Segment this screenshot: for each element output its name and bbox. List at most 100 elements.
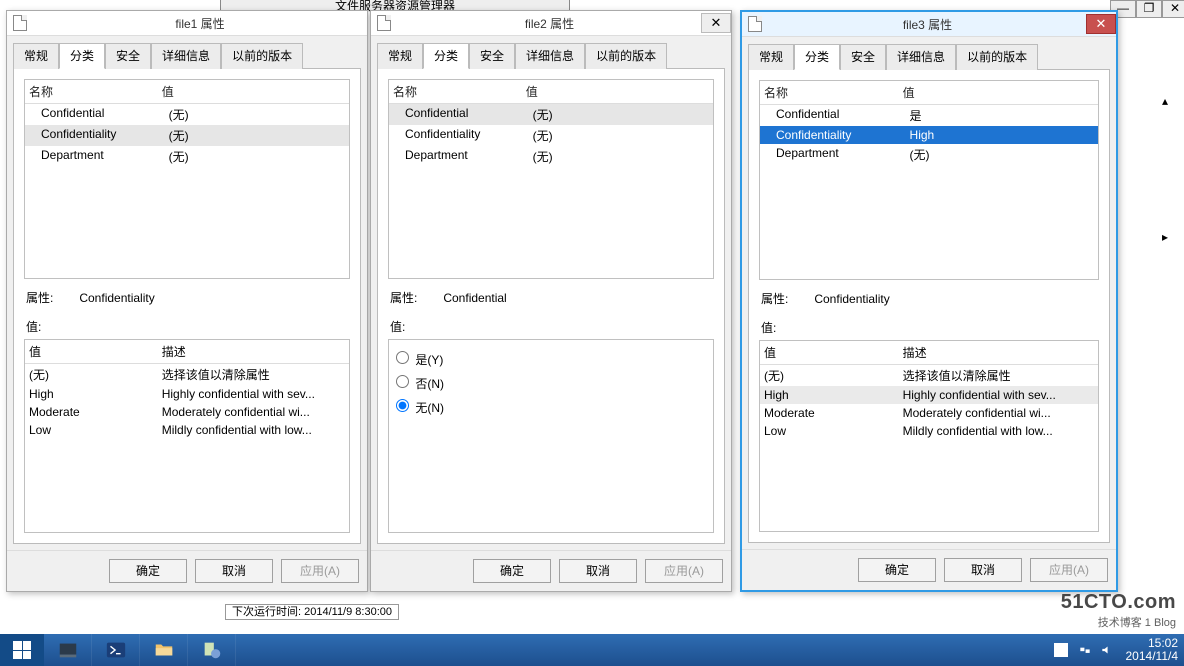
tab-以前的版本[interactable]: 以前的版本 bbox=[585, 43, 667, 69]
document-icon bbox=[748, 16, 762, 32]
value-list-header: 值 描述 bbox=[760, 341, 1098, 365]
value-option-name: Moderate bbox=[764, 406, 903, 420]
titlebar[interactable]: file3 属性 ✕ bbox=[742, 12, 1116, 37]
property-list[interactable]: 名称 值 Confidential 是 Confidentiality High… bbox=[759, 80, 1099, 280]
value-option-desc: Highly confidential with sev... bbox=[903, 388, 1094, 402]
property-value: 是 bbox=[910, 107, 1094, 124]
document-icon bbox=[13, 15, 27, 31]
attribute-label: 属性: bbox=[761, 290, 811, 307]
cancel-button[interactable]: 取消 bbox=[559, 559, 637, 583]
col-desc: 描述 bbox=[162, 343, 345, 360]
value-box[interactable]: 值 描述 (无) 选择该值以清除属性 High Highly confident… bbox=[759, 340, 1099, 532]
tab-详细信息[interactable]: 详细信息 bbox=[151, 43, 221, 69]
col-value: 值 bbox=[29, 343, 162, 360]
ok-button[interactable]: 确定 bbox=[858, 558, 936, 582]
fsrm-icon bbox=[201, 639, 223, 661]
titlebar[interactable]: file1 属性 bbox=[7, 11, 367, 36]
bg-maximize-button[interactable]: ❐ bbox=[1136, 0, 1162, 18]
property-list-header: 名称 值 bbox=[389, 80, 713, 104]
col-value: 值 bbox=[764, 344, 903, 361]
button-row: 确定 取消 应用(A) bbox=[742, 549, 1116, 590]
property-row[interactable]: Confidentiality High bbox=[760, 126, 1098, 144]
apply-button[interactable]: 应用(A) bbox=[281, 559, 359, 583]
start-button[interactable] bbox=[0, 634, 44, 666]
value-option-row[interactable]: Moderate Moderately confidential wi... bbox=[760, 404, 1098, 422]
tab-以前的版本[interactable]: 以前的版本 bbox=[956, 44, 1038, 70]
value-option-row[interactable]: (无) 选择该值以清除属性 bbox=[760, 365, 1098, 386]
col-value: 值 bbox=[526, 83, 709, 100]
property-list[interactable]: 名称 值 Confidential (无) Confidentiality (无… bbox=[388, 79, 714, 279]
property-value: (无) bbox=[533, 127, 709, 144]
value-option-desc: 选择该值以清除属性 bbox=[903, 367, 1094, 384]
property-row[interactable]: Confidentiality (无) bbox=[389, 125, 713, 146]
property-row[interactable]: Confidential (无) bbox=[389, 104, 713, 125]
tab-安全[interactable]: 安全 bbox=[105, 43, 151, 69]
property-value: (无) bbox=[533, 148, 709, 165]
property-name: Confidentiality bbox=[405, 127, 533, 144]
radio-none-input[interactable] bbox=[396, 399, 409, 412]
value-option-row[interactable]: High Highly confidential with sev... bbox=[25, 385, 349, 403]
tray-network-icon[interactable] bbox=[1078, 643, 1092, 657]
tray-flag-icon[interactable] bbox=[1054, 643, 1068, 657]
close-button[interactable]: ✕ bbox=[701, 13, 731, 33]
titlebar[interactable]: file2 属性 ✕ bbox=[371, 11, 731, 36]
tab-安全[interactable]: 安全 bbox=[840, 44, 886, 70]
cancel-button[interactable]: 取消 bbox=[944, 558, 1022, 582]
tab-安全[interactable]: 安全 bbox=[469, 43, 515, 69]
radio-no[interactable]: 否(N) bbox=[391, 372, 711, 392]
value-option-row[interactable]: Low Mildly confidential with low... bbox=[25, 421, 349, 439]
taskbar-item-explorer[interactable] bbox=[140, 634, 188, 666]
radio-none[interactable]: 无(N) bbox=[391, 396, 711, 416]
property-row[interactable]: Confidential 是 bbox=[760, 105, 1098, 126]
tray-speaker-icon[interactable] bbox=[1100, 643, 1114, 657]
property-row[interactable]: Department (无) bbox=[389, 146, 713, 167]
property-row[interactable]: Confidentiality (无) bbox=[25, 125, 349, 146]
tab-以前的版本[interactable]: 以前的版本 bbox=[221, 43, 303, 69]
tab-详细信息[interactable]: 详细信息 bbox=[515, 43, 585, 69]
radio-yes[interactable]: 是(Y) bbox=[391, 348, 711, 368]
tab-常规[interactable]: 常规 bbox=[748, 44, 794, 70]
server-icon bbox=[57, 639, 79, 661]
powershell-icon bbox=[105, 639, 127, 661]
tab-分类[interactable]: 分类 bbox=[423, 43, 469, 69]
bg-close-button[interactable]: ✕ bbox=[1162, 0, 1184, 18]
value-option-row[interactable]: Moderate Moderately confidential wi... bbox=[25, 403, 349, 421]
system-tray[interactable]: 15:02 2014/11/4 bbox=[1048, 634, 1184, 666]
apply-button[interactable]: 应用(A) bbox=[1030, 558, 1108, 582]
radio-yes-input[interactable] bbox=[396, 351, 409, 364]
value-option-name: Low bbox=[764, 424, 903, 438]
tab-常规[interactable]: 常规 bbox=[13, 43, 59, 69]
property-value: (无) bbox=[910, 146, 1094, 163]
bg-chevron-right-icon[interactable]: ▸ bbox=[1162, 230, 1174, 244]
taskbar-item-fsrm[interactable] bbox=[188, 634, 236, 666]
value-option-row[interactable]: Low Mildly confidential with low... bbox=[760, 422, 1098, 440]
apply-button[interactable]: 应用(A) bbox=[645, 559, 723, 583]
property-name: Confidential bbox=[41, 106, 169, 123]
property-row[interactable]: Department (无) bbox=[25, 146, 349, 167]
tab-分类[interactable]: 分类 bbox=[59, 43, 105, 69]
taskbar-item-powershell[interactable] bbox=[92, 634, 140, 666]
property-row[interactable]: Confidential (无) bbox=[25, 104, 349, 125]
value-box[interactable]: 值 描述 (无) 选择该值以清除属性 High Highly confident… bbox=[24, 339, 350, 533]
window-title: file2 属性 bbox=[397, 15, 702, 32]
bg-chevron-up-icon[interactable]: ▴ bbox=[1162, 94, 1174, 108]
ok-button[interactable]: 确定 bbox=[473, 559, 551, 583]
attribute-name: Confidentiality bbox=[79, 291, 154, 305]
property-row[interactable]: Department (无) bbox=[760, 144, 1098, 165]
tab-常规[interactable]: 常规 bbox=[377, 43, 423, 69]
value-label-line: 值: bbox=[390, 318, 712, 335]
value-label-line: 值: bbox=[26, 318, 348, 335]
taskbar-item-server-manager[interactable] bbox=[44, 634, 92, 666]
value-option-row[interactable]: (无) 选择该值以清除属性 bbox=[25, 364, 349, 385]
value-option-row[interactable]: High Highly confidential with sev... bbox=[760, 386, 1098, 404]
attribute-label-line: 属性: Confidentiality bbox=[26, 289, 348, 306]
tab-分类[interactable]: 分类 bbox=[794, 44, 840, 70]
radio-no-input[interactable] bbox=[396, 375, 409, 388]
value-label-line: 值: bbox=[761, 319, 1097, 336]
taskbar-clock[interactable]: 15:02 2014/11/4 bbox=[1126, 637, 1179, 663]
cancel-button[interactable]: 取消 bbox=[195, 559, 273, 583]
property-list[interactable]: 名称 值 Confidential (无) Confidentiality (无… bbox=[24, 79, 350, 279]
close-button[interactable]: ✕ bbox=[1086, 14, 1116, 34]
ok-button[interactable]: 确定 bbox=[109, 559, 187, 583]
tab-详细信息[interactable]: 详细信息 bbox=[886, 44, 956, 70]
